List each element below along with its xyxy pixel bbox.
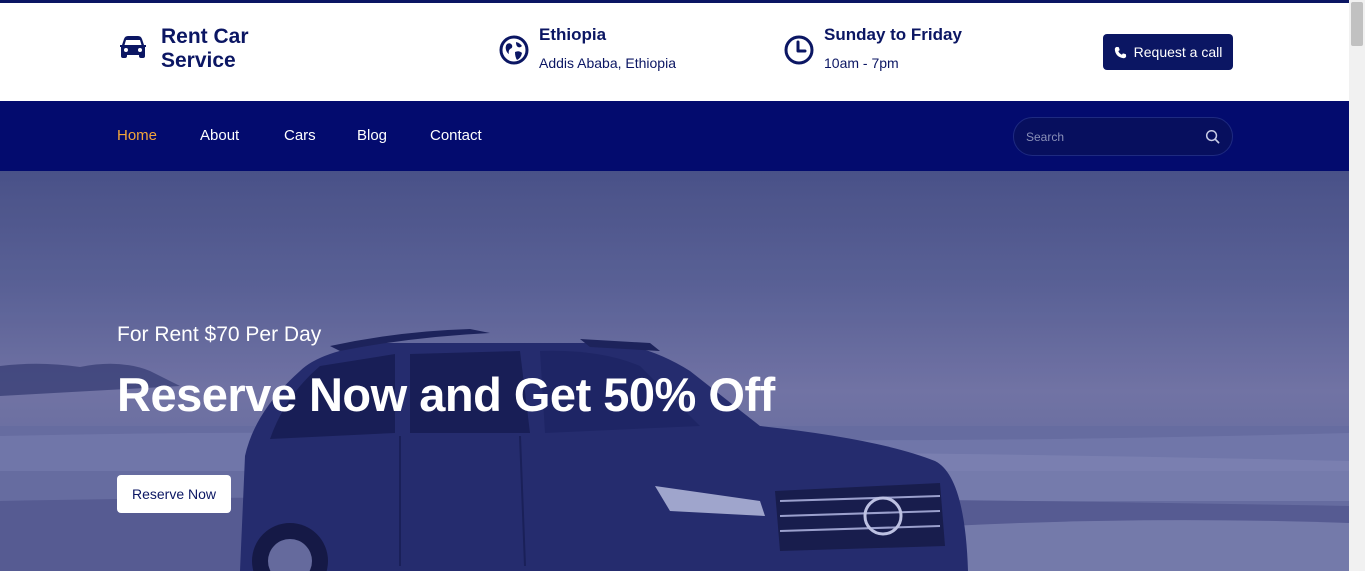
nav-item-cars[interactable]: Cars — [284, 127, 316, 145]
logo-line-2: Service — [161, 49, 236, 72]
search-input[interactable] — [1026, 129, 1205, 144]
scrollbar-thumb[interactable] — [1351, 2, 1363, 46]
page-scrollbar[interactable] — [1349, 0, 1365, 571]
site-logo[interactable]: Rent Car Service — [117, 25, 249, 73]
car-icon — [120, 36, 146, 58]
hours-info: Sunday to Friday 10am - 7pm — [784, 25, 962, 72]
request-call-button[interactable]: Request a call — [1103, 34, 1233, 70]
location-title: Ethiopia — [539, 25, 607, 44]
nav-item-blog[interactable]: Blog — [357, 127, 387, 145]
nav-item-home[interactable]: Home — [117, 127, 157, 145]
request-call-label: Request a call — [1133, 44, 1223, 60]
search-box — [1013, 117, 1233, 156]
phone-icon — [1114, 46, 1126, 58]
hero-title: Reserve Now and Get 50% Off — [117, 368, 775, 421]
clock-icon — [784, 35, 814, 65]
hours-title: Sunday to Friday — [824, 25, 962, 44]
globe-icon — [499, 35, 529, 65]
location-subtitle: Addis Ababa, Ethiopia — [539, 55, 676, 71]
main-nav: Home About Cars Blog Contact — [0, 101, 1349, 171]
hero-subtitle: For Rent $70 Per Day — [117, 323, 322, 346]
reserve-now-button[interactable]: Reserve Now — [117, 475, 231, 513]
nav-item-about[interactable]: About — [200, 127, 239, 145]
hours-subtitle: 10am - 7pm — [824, 55, 899, 71]
location-info: Ethiopia Addis Ababa, Ethiopia — [499, 25, 676, 72]
logo-text: Rent Car Service — [161, 25, 249, 73]
logo-line-1: Rent Car — [161, 25, 249, 48]
nav-item-contact[interactable]: Contact — [430, 127, 482, 145]
site-header: Rent Car Service Ethiopia Addis Ababa, E… — [0, 3, 1349, 101]
search-icon[interactable] — [1205, 129, 1220, 144]
hero-banner: For Rent $70 Per Day Reserve Now and Get… — [0, 171, 1349, 571]
